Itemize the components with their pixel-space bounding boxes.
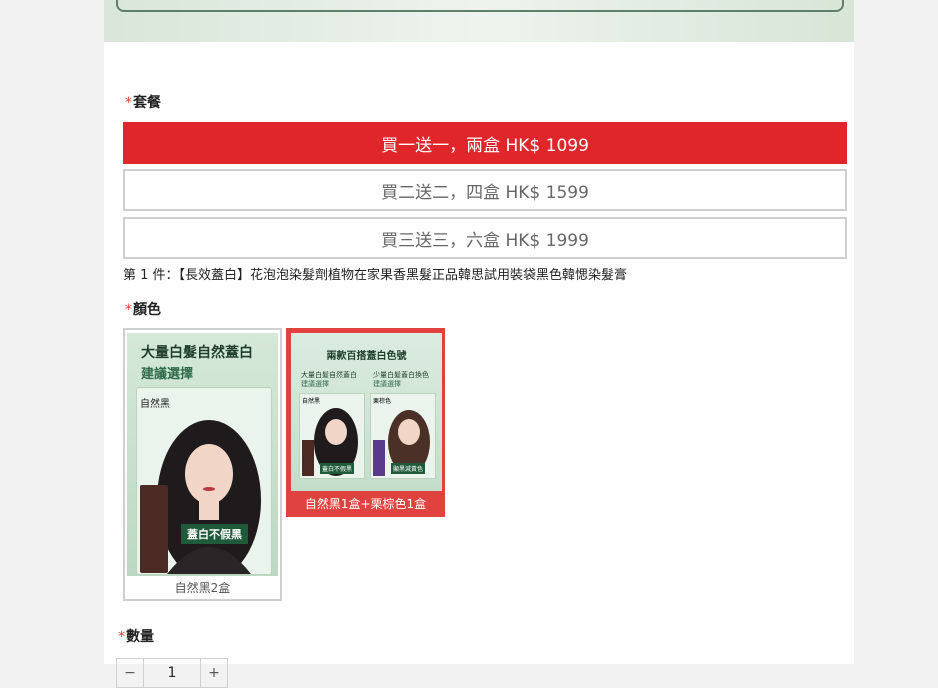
quantity-input[interactable]: 1 — [144, 658, 200, 688]
model-frame-left: 自然黑 蓋白不假黑 — [299, 393, 365, 479]
model-frame: 自然黑 蓋白不假黑 — [136, 387, 272, 575]
product-box-icon — [140, 485, 168, 573]
top-banner — [104, 0, 854, 42]
package-option-1[interactable]: 買一送一，兩盒 HK$ 1099 — [123, 122, 847, 164]
package-option-3[interactable]: 買三送三，六盒 HK$ 1999 — [123, 217, 847, 259]
item-description: 第 1 件：【長效蓋白】花泡泡染髮劑植物在家果香黑髮正品韓思試用裝袋黑色韓愢染髮… — [123, 268, 628, 283]
quantity-minus-button[interactable]: − — [116, 658, 144, 688]
color-option-natural-black-2[interactable]: 大量白髮自然蓋白 建議選擇 自然黑 蓋白不假黑 自然黑2盒 — [123, 328, 282, 601]
product-box-icon — [302, 440, 314, 476]
package-option-2[interactable]: 買二送二，四盒 HK$ 1599 — [123, 169, 847, 211]
banner-frame — [116, 0, 844, 12]
model-frame-right: 栗棕色 顯黑減黃色 — [370, 393, 436, 479]
required-star: * — [118, 629, 125, 645]
color-option-image: 兩款百搭蓋白色號 大量白髮自然蓋白 建議選擇 少量白髮蓋白換色 建議選擇 自然黑… — [291, 333, 442, 491]
product-box-icon — [373, 440, 385, 476]
package-label: *套餐 — [125, 95, 161, 111]
color-label: *顏色 — [125, 302, 161, 318]
color-option-natural-black-chestnut[interactable]: 兩款百搭蓋白色號 大量白髮自然蓋白 建議選擇 少量白髮蓋白換色 建議選擇 自然黑… — [286, 328, 445, 517]
color-option-image: 大量白髮自然蓋白 建議選擇 自然黑 蓋白不假黑 — [127, 333, 278, 576]
quantity-stepper: − 1 + — [116, 658, 228, 688]
product-panel: *套餐 買一送一，兩盒 HK$ 1099 買二送二，四盒 HK$ 1599 買三… — [104, 0, 854, 688]
quantity-label: *數量 — [118, 629, 154, 645]
quantity-plus-button[interactable]: + — [200, 658, 228, 688]
required-star: * — [125, 302, 132, 318]
required-star: * — [125, 95, 132, 111]
